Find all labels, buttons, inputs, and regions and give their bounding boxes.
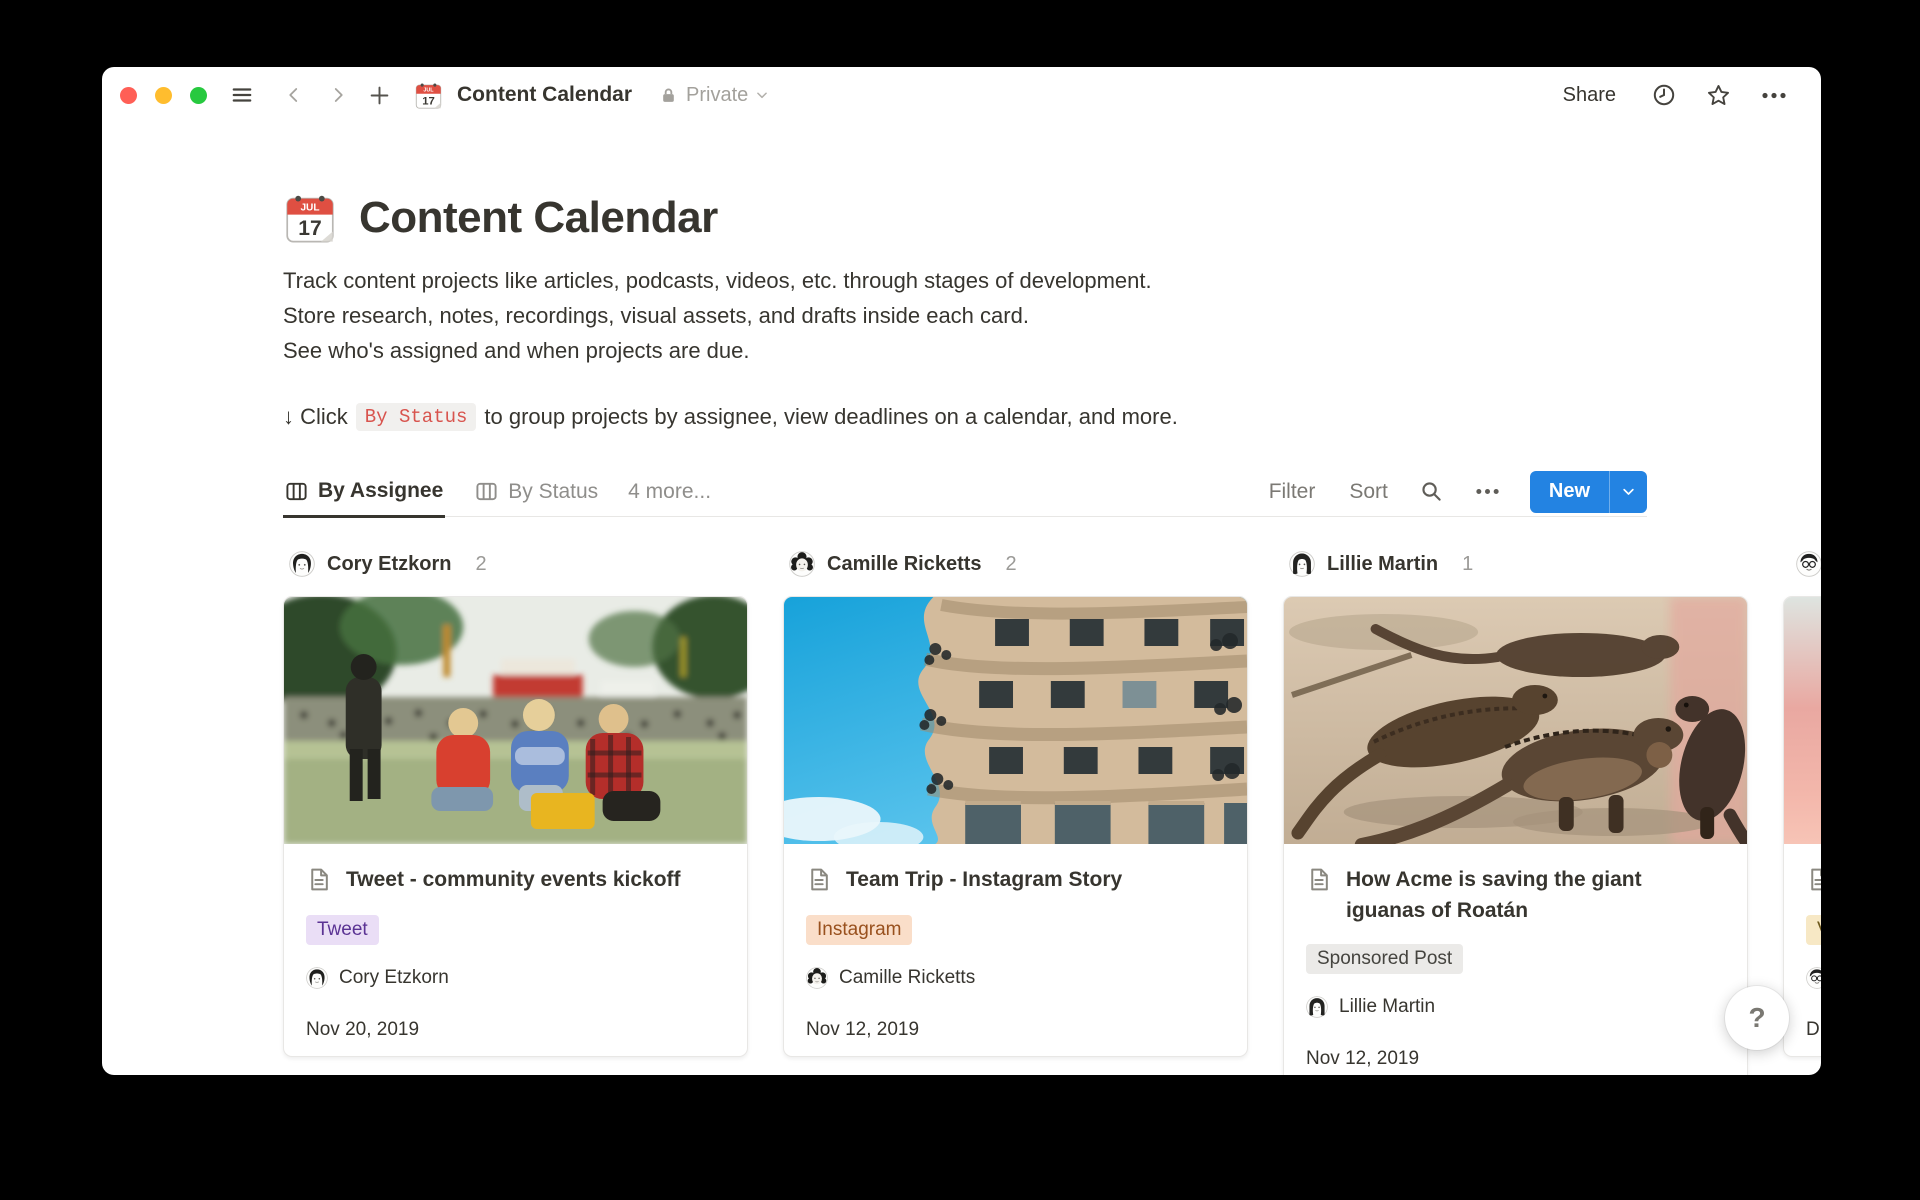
view-options-dots-icon[interactable]: [1475, 487, 1500, 496]
card-cover-photo-gradient: [1784, 597, 1821, 844]
search-icon[interactable]: [1420, 480, 1443, 503]
card-assignee: Camille Ricketts: [806, 967, 1225, 989]
back-icon[interactable]: [285, 86, 303, 104]
card-assignee: Lillie Martin: [1306, 996, 1725, 1018]
avatar: [1289, 551, 1315, 577]
view-toolbar: By Assignee By Status 4 more... Filter S…: [283, 467, 1647, 517]
description-line: See who's assigned and when projects are…: [283, 333, 1647, 368]
forward-icon[interactable]: [329, 86, 347, 104]
column-header[interactable]: Cory Etzkorn 2: [283, 547, 748, 581]
column-card-count: 2: [475, 553, 486, 576]
more-views-link[interactable]: 4 more...: [628, 480, 711, 504]
card-date: D: [1806, 1019, 1821, 1041]
notion-window: Content Calendar Private Share Content C…: [102, 67, 1821, 1075]
board-column-cory: Cory Etzkorn 2: [283, 547, 748, 1057]
avatar: [1306, 996, 1328, 1018]
new-button[interactable]: New: [1530, 471, 1647, 513]
card-title: Tweet - community events kickoff: [346, 864, 681, 895]
card-title: How Acme is saving the giant iguanas of …: [1346, 864, 1725, 926]
breadcrumb-page-title[interactable]: Content Calendar: [457, 83, 632, 107]
page-doc-icon: [1306, 867, 1331, 897]
column-header[interactable]: [1783, 547, 1821, 581]
board-card[interactable]: V D: [1783, 596, 1821, 1057]
avatar: [806, 967, 828, 989]
new-button-label[interactable]: New: [1530, 471, 1609, 513]
description-line: Store research, notes, recordings, visua…: [283, 298, 1647, 333]
board-column-partial: V D: [1783, 547, 1821, 1057]
board: Cory Etzkorn 2: [283, 547, 1821, 1075]
help-button[interactable]: ?: [1725, 986, 1789, 1050]
avatar: [789, 551, 815, 577]
new-button-caret-icon[interactable]: [1609, 471, 1647, 513]
avatar: [1806, 967, 1821, 989]
page-title: Content Calendar: [359, 193, 718, 243]
card-assignee: [1806, 967, 1821, 989]
card-cover-photo-building: [784, 597, 1247, 844]
column-assignee-name: Camille Ricketts: [827, 553, 982, 576]
titlebar-actions: Share: [1563, 83, 1787, 108]
page-doc-icon: [1806, 867, 1821, 897]
board-view-icon: [285, 480, 308, 503]
avatar: [289, 551, 315, 577]
board-card[interactable]: How Acme is saving the giant iguanas of …: [1283, 596, 1748, 1075]
callout-prefix: ↓ Click: [283, 404, 348, 430]
description-line: Track content projects like articles, po…: [283, 263, 1647, 298]
tab-by-assignee[interactable]: By Assignee: [283, 468, 445, 518]
filter-button[interactable]: Filter: [1269, 480, 1316, 504]
privacy-label[interactable]: Private: [686, 84, 748, 107]
privacy-caret-icon[interactable]: [755, 88, 769, 102]
window-titlebar: Content Calendar Private Share: [102, 67, 1821, 123]
card-date: Nov 20, 2019: [306, 1019, 725, 1041]
card-tag: V: [1806, 915, 1821, 945]
favorite-star-icon[interactable]: [1706, 83, 1731, 108]
close-window-button[interactable]: [120, 87, 137, 104]
card-date: Nov 12, 2019: [1306, 1048, 1725, 1070]
callout-line: ↓ Click By Status to group projects by a…: [283, 403, 1821, 431]
sidebar-menu-icon[interactable]: [229, 84, 255, 106]
share-button[interactable]: Share: [1563, 84, 1616, 107]
page-calendar-icon[interactable]: [283, 191, 337, 245]
avatar: [306, 967, 328, 989]
card-body: Team Trip - Instagram Story Instagram Ca…: [784, 844, 1247, 1056]
card-body: Tweet - community events kickoff Tweet C…: [284, 844, 747, 1056]
page-doc-icon: [306, 867, 331, 897]
board-view-icon: [475, 480, 498, 503]
column-card-count: 2: [1006, 553, 1017, 576]
card-tag: Instagram: [806, 915, 912, 945]
page-description: Track content projects like articles, po…: [283, 263, 1647, 368]
card-tag: Sponsored Post: [1306, 944, 1463, 974]
sort-button[interactable]: Sort: [1349, 480, 1388, 504]
updates-clock-icon[interactable]: [1652, 83, 1676, 107]
card-body: V D: [1784, 844, 1821, 1056]
board-card[interactable]: Team Trip - Instagram Story Instagram Ca…: [783, 596, 1248, 1057]
callout-suffix: to group projects by assignee, view dead…: [484, 404, 1177, 430]
minimize-window-button[interactable]: [155, 87, 172, 104]
column-assignee-name: Cory Etzkorn: [327, 553, 451, 576]
lock-icon: [660, 86, 677, 105]
column-header[interactable]: Lillie Martin 1: [1283, 547, 1748, 581]
page-header: Content Calendar: [283, 191, 1821, 245]
card-date: Nov 12, 2019: [806, 1019, 1225, 1041]
card-tag: Tweet: [306, 915, 379, 945]
tab-by-status[interactable]: By Status: [473, 467, 600, 517]
zoom-window-button[interactable]: [190, 87, 207, 104]
page-content: Content Calendar Track content projects …: [102, 191, 1821, 1075]
card-cover-photo-festival: [284, 597, 747, 844]
breadcrumb-page-icon: [414, 81, 443, 110]
board-card[interactable]: Tweet - community events kickoff Tweet C…: [283, 596, 748, 1057]
board-column-camille: Camille Ricketts 2: [783, 547, 1248, 1057]
card-assignee: Cory Etzkorn: [306, 967, 725, 989]
board-column-lillie: Lillie Martin 1: [1283, 547, 1748, 1075]
avatar: [1796, 551, 1821, 577]
card-title: Team Trip - Instagram Story: [846, 864, 1122, 895]
more-options-icon[interactable]: [1761, 91, 1787, 100]
card-cover-photo-iguanas: [1284, 597, 1747, 844]
by-status-code-chip: By Status: [356, 403, 477, 431]
column-header[interactable]: Camille Ricketts 2: [783, 547, 1248, 581]
column-card-count: 1: [1462, 553, 1473, 576]
new-page-icon[interactable]: [369, 85, 390, 106]
page-doc-icon: [806, 867, 831, 897]
column-assignee-name: Lillie Martin: [1327, 553, 1438, 576]
card-body: How Acme is saving the giant iguanas of …: [1284, 844, 1747, 1075]
